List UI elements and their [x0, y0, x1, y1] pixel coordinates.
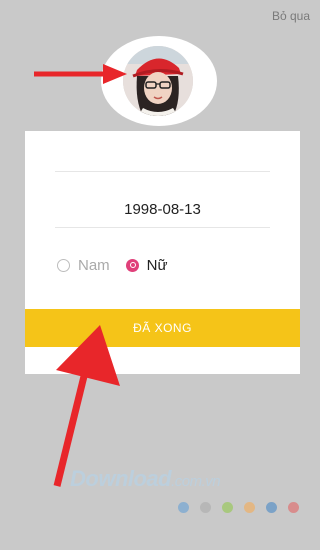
birthdate-field[interactable]: 1998-08-13: [25, 201, 300, 218]
gender-male-label[interactable]: Nam: [78, 257, 110, 274]
gender-selector: Nam Nữ: [57, 257, 168, 274]
gender-male-radio[interactable]: [57, 259, 70, 272]
divider: [55, 171, 270, 172]
watermark-dot: [178, 502, 189, 513]
avatar[interactable]: [123, 46, 193, 116]
profile-form-card: 1998-08-13 Nam Nữ ĐÃ XONG: [25, 131, 300, 374]
download-watermark: Download.com.vn: [70, 466, 221, 492]
gender-female-label[interactable]: Nữ: [147, 257, 168, 274]
watermark-dot: [244, 502, 255, 513]
skip-button[interactable]: Bỏ qua: [272, 9, 310, 23]
done-button[interactable]: ĐÃ XONG: [25, 309, 300, 347]
avatar-photo: [123, 46, 193, 116]
watermark-dot: [222, 502, 233, 513]
watermark-dot: [288, 502, 299, 513]
gender-female-radio[interactable]: [125, 259, 139, 272]
watermark-dot: [266, 502, 277, 513]
watermark-dot: [200, 502, 211, 513]
watermark-dots: [178, 502, 310, 513]
watermark-brand: Download: [70, 466, 172, 491]
divider: [55, 227, 270, 228]
watermark-suffix: .com.vn: [171, 473, 221, 490]
